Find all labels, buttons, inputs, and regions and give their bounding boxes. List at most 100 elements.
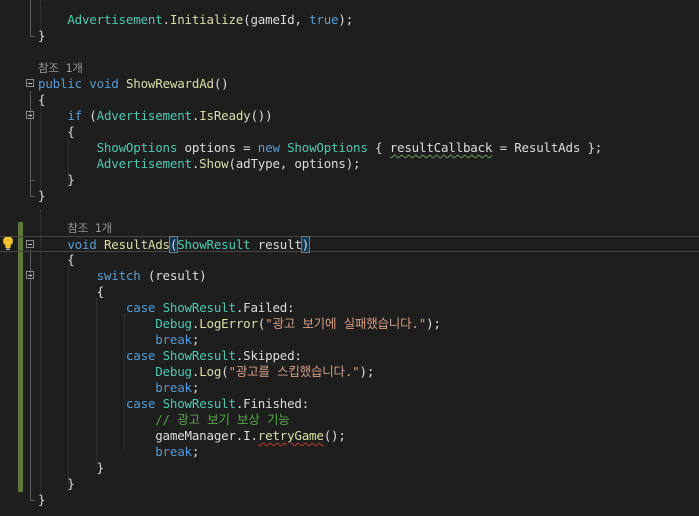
code-line[interactable]: if (Advertisement.IsReady()) [0, 108, 699, 124]
code-token: .Skipped: [235, 348, 302, 363]
code-line[interactable]: break; [0, 332, 699, 348]
code-line[interactable]: { [0, 92, 699, 108]
code-line[interactable]: { [0, 284, 699, 300]
code-text: case ShowResult.Finished: [38, 396, 309, 412]
code-line[interactable]: } [0, 476, 699, 492]
code-token: } [38, 28, 46, 43]
code-line[interactable]: Advertisement.Initialize(gameId, true); [0, 12, 699, 28]
code-token: { [38, 124, 75, 139]
code-token: Initialize [169, 12, 244, 27]
code-text: { [38, 284, 105, 300]
code-text: case ShowResult.Skipped: [38, 348, 302, 364]
collapse-icon[interactable] [26, 240, 34, 248]
code-line[interactable]: public void ShowRewardAd() [0, 76, 699, 92]
code-line[interactable]: 참조 1개 [0, 220, 699, 236]
collapse-icon[interactable] [26, 79, 34, 87]
codelens-reference[interactable]: 참조 1개 [38, 61, 83, 75]
collapse-icon[interactable] [26, 111, 34, 119]
code-text: // 광고 보기 보상 기능 [38, 412, 290, 428]
code-line[interactable]: Advertisement.Show(adType, options); [0, 156, 699, 172]
code-token: } [38, 492, 46, 507]
code-line[interactable]: case ShowResult.Failed: [0, 300, 699, 316]
code-token: (result) [140, 268, 207, 283]
code-token: public [38, 76, 82, 91]
code-text: Advertisement.Initialize(gameId, true); [38, 12, 353, 28]
code-token: ); [359, 364, 375, 379]
code-token: { [38, 284, 105, 299]
code-token: true [309, 12, 339, 27]
code-token: ShowResult [162, 396, 236, 411]
code-token: Advertisement [96, 156, 192, 171]
code-token: ShowRewardAd [125, 76, 214, 91]
code-token: { [367, 140, 390, 155]
code-token: .Finished: [235, 396, 310, 411]
code-token: . [162, 12, 171, 27]
code-line[interactable]: } [0, 172, 699, 188]
code-text: if (Advertisement.IsReady()) [38, 108, 272, 124]
code-token: retryGame [257, 428, 324, 443]
code-line[interactable]: } [0, 492, 699, 508]
code-line[interactable]: break; [0, 380, 699, 396]
code-token: ) [300, 236, 311, 253]
code-token: ShowResult [162, 348, 236, 363]
code-text: break; [38, 380, 199, 396]
code-text: { [38, 124, 75, 140]
code-line[interactable]: } [0, 460, 699, 476]
code-token: "광고 보기에 실패했습니다." [265, 316, 427, 331]
code-text: void ResultAds(ShowResult result) [38, 236, 311, 253]
code-line[interactable]: case ShowResult.Finished: [0, 396, 699, 412]
code-line[interactable] [0, 44, 699, 60]
code-token: .Failed: [235, 300, 295, 315]
code-text: Debug.LogError("광고 보기에 실패했습니다."); [38, 316, 441, 332]
code-line[interactable]: ShowOptions options = new ShowOptions { … [0, 140, 699, 156]
code-line[interactable]: void ResultAds(ShowResult result) [0, 236, 699, 253]
codelens-reference[interactable]: 참조 1개 [67, 221, 112, 235]
code-token: LogError [199, 316, 258, 331]
code-text: Debug.Log("광고를 스킵했습니다."); [38, 364, 374, 380]
code-line[interactable]: } [0, 188, 699, 204]
code-token: gameManager.I. [155, 428, 258, 443]
code-line[interactable]: case ShowResult.Skipped: [0, 348, 699, 364]
code-token: result [250, 237, 302, 252]
code-token: options = [177, 140, 258, 155]
code-line[interactable]: switch (result) [0, 268, 699, 284]
code-token: Show [199, 156, 229, 171]
code-line[interactable]: break; [0, 444, 699, 460]
code-line[interactable]: { [0, 124, 699, 140]
code-token: case [125, 348, 156, 363]
code-token: ()) [250, 108, 273, 123]
code-line[interactable]: } [0, 28, 699, 44]
code-line[interactable] [0, 204, 699, 220]
code-text: public void ShowRewardAd() [38, 76, 229, 92]
code-token: () [213, 76, 229, 91]
code-token: = ResultAds }; [492, 140, 603, 155]
code-token: break [155, 444, 192, 459]
code-token: ShowOptions [96, 140, 178, 155]
collapse-icon[interactable] [26, 271, 34, 279]
code-line[interactable]: 참조 1개 [0, 60, 699, 76]
code-token: (gameId, [243, 12, 310, 27]
code-token: Advertisement [96, 108, 192, 123]
code-line[interactable]: gameManager.I.retryGame(); [0, 428, 699, 444]
code-token: ( [81, 108, 97, 123]
code-text: } [38, 188, 46, 204]
code-line[interactable]: Debug.LogError("광고 보기에 실패했습니다."); [0, 316, 699, 332]
code-editor[interactable]: Advertisement.Initialize(gameId, true);}… [0, 0, 699, 516]
code-line[interactable]: { [0, 252, 699, 268]
code-line[interactable]: // 광고 보기 보상 기능 [0, 412, 699, 428]
code-line[interactable]: Debug.Log("광고를 스킵했습니다."); [0, 364, 699, 380]
code-token: ); [338, 12, 354, 27]
